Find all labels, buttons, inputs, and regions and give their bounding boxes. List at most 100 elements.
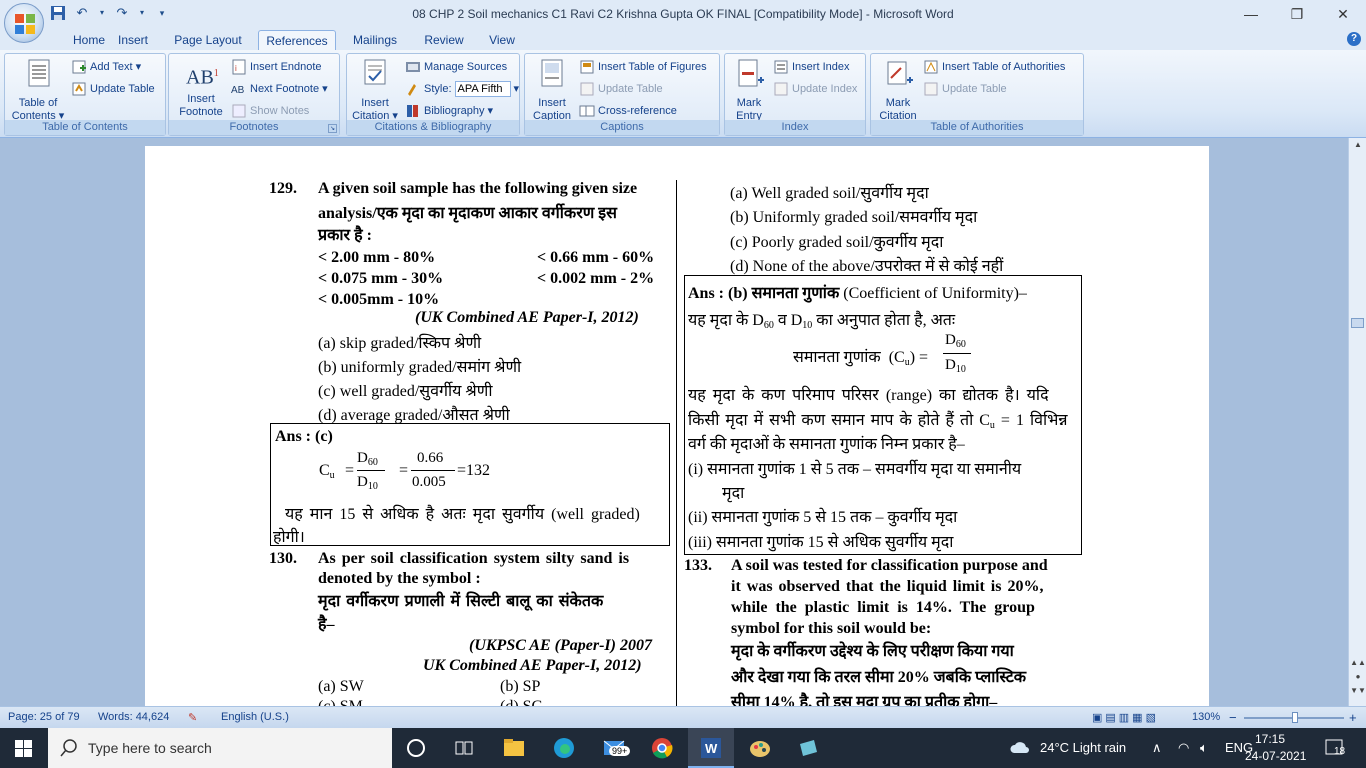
edge-browser-icon[interactable] xyxy=(552,736,576,760)
language-indicator[interactable]: English (U.S.) xyxy=(221,711,289,723)
insert-caption-icon xyxy=(541,59,563,87)
view-buttons[interactable]: ▣▤▥▦▧ xyxy=(1092,711,1159,724)
formula-label: समानता गुणांक (Cu) = xyxy=(793,349,929,368)
range-item-1b: मृदा xyxy=(722,485,745,502)
document-page[interactable]: 129. A given soil sample has the followi… xyxy=(145,146,1209,706)
svg-text:i: i xyxy=(235,64,237,73)
show-notes-button[interactable]: Show Notes xyxy=(231,102,309,120)
office-button[interactable] xyxy=(4,3,44,43)
group-footnotes: AB1 Insert Footnote i Insert Endnote AB … xyxy=(168,53,340,136)
formula-numerator: D60 xyxy=(945,332,966,350)
chrome-icon[interactable] xyxy=(650,736,674,760)
mark-entry-button[interactable]: Mark Entry xyxy=(727,58,771,123)
q130-source2: UK Combined AE Paper-I, 2012) xyxy=(423,657,642,674)
table-of-figures-icon xyxy=(580,60,594,74)
close-button[interactable]: ✕ xyxy=(1320,0,1366,28)
update-table-authorities-button[interactable]: Update Table xyxy=(923,80,1007,98)
tab-review[interactable]: Review xyxy=(414,30,474,51)
table-of-contents-icon xyxy=(28,59,50,87)
cross-reference-button[interactable]: Cross-reference xyxy=(579,102,677,120)
next-footnote-button[interactable]: AB Next Footnote ▾ xyxy=(231,80,328,98)
zoom-level[interactable]: 130% xyxy=(1192,711,1220,723)
insert-table-of-authorities-button[interactable]: Insert Table of Authorities xyxy=(923,58,1065,76)
update-table-toc-button[interactable]: Update Table xyxy=(71,80,155,98)
dialog-launcher-icon[interactable]: ↘ xyxy=(328,124,337,133)
help-icon[interactable]: ? xyxy=(1347,32,1361,46)
scrollbar-thumb[interactable] xyxy=(1351,318,1364,328)
spelling-check-icon[interactable]: ✎ xyxy=(188,711,197,724)
status-bar: Page: 25 of 79 Words: 44,624 ✎ English (… xyxy=(0,706,1366,728)
mark-citation-button[interactable]: Mark Citation xyxy=(873,58,923,123)
range-item-1: (i) समानता गुणांक 1 से 5 तक – समवर्गीय म… xyxy=(688,461,1022,478)
q133-line1: A soil was tested for classification pur… xyxy=(731,557,1048,574)
taskbar-search-box[interactable]: Type here to search xyxy=(48,728,392,768)
restore-button[interactable]: ❐ xyxy=(1274,0,1320,28)
insert-footnote-button[interactable]: AB1 Insert Footnote xyxy=(173,58,229,119)
volume-icon[interactable]: 🔈︎ xyxy=(1200,740,1208,756)
paint-icon[interactable] xyxy=(748,736,772,760)
page-count[interactable]: Page: 25 of 79 xyxy=(8,711,80,723)
q130-source1: (UKPSC AE (Paper-I) 2007 xyxy=(469,637,652,654)
fraction-denominator: D10 xyxy=(357,474,378,492)
weather-cloud-icon[interactable] xyxy=(1008,736,1032,760)
zoom-out-icon[interactable]: − xyxy=(1229,710,1237,725)
minimize-button[interactable]: — xyxy=(1228,0,1274,28)
answer-note-line1: यह मान 15 से अधिक है अतः मृदा सुवर्गीय (… xyxy=(285,506,640,523)
insert-table-of-figures-button[interactable]: Insert Table of Figures xyxy=(579,58,707,76)
bibliography-button[interactable]: Bibliography ▾ xyxy=(405,102,493,120)
insert-endnote-button[interactable]: i Insert Endnote xyxy=(231,58,322,76)
q130-option-b: (b) SP xyxy=(500,678,541,695)
sticky-app-icon[interactable] xyxy=(796,736,820,760)
zoom-in-icon[interactable]: + xyxy=(1349,710,1357,725)
insert-citation-button[interactable]: Insert Citation ▾ xyxy=(349,58,401,123)
q130-option-d: (d) SC xyxy=(500,698,542,706)
fraction-bar xyxy=(411,470,455,471)
previous-page-icon[interactable]: ▲▲ xyxy=(1349,658,1366,667)
update-index-button[interactable]: Update Index xyxy=(773,80,857,98)
group-label-footnotes: Footnotes xyxy=(169,120,339,135)
scroll-up-arrow-icon[interactable]: ▲ xyxy=(1349,140,1366,149)
show-notes-icon xyxy=(232,104,246,118)
equals-sign: = xyxy=(399,462,409,479)
mark-entry-icon xyxy=(738,59,764,87)
zoom-slider-thumb[interactable] xyxy=(1292,712,1298,723)
vertical-scrollbar[interactable]: ▲ ▲▲ ● ▼▼ xyxy=(1348,138,1366,706)
manage-sources-button[interactable]: Manage Sources xyxy=(405,58,507,76)
clock-date[interactable]: 24-07-2021 xyxy=(1245,749,1306,763)
insert-citation-icon xyxy=(364,59,386,85)
word-count[interactable]: Words: 44,624 xyxy=(98,711,169,723)
browse-object-icon[interactable]: ● xyxy=(1349,672,1366,681)
cortana-icon[interactable] xyxy=(404,736,428,760)
update-table-figures-button[interactable]: Update Table xyxy=(579,80,663,98)
file-explorer-icon[interactable] xyxy=(502,736,526,760)
insert-index-button[interactable]: Insert Index xyxy=(773,58,849,76)
add-text-button[interactable]: Add Text ▾ xyxy=(71,58,141,76)
word-icon: W xyxy=(701,738,721,758)
q132-option-a: (a) Well graded soil/सुवर्गीय मृदा xyxy=(730,185,929,202)
insert-caption-button[interactable]: Insert Caption xyxy=(527,58,577,123)
citation-style-select[interactable]: APA Fifth xyxy=(454,81,511,97)
windows-taskbar: Type here to search 99+ W 24°C Light rai… xyxy=(0,728,1366,768)
document-area[interactable]: 129. A given soil sample has the followi… xyxy=(0,138,1348,706)
table-of-contents-button[interactable]: Table of Contents ▾ xyxy=(11,58,65,123)
q133-line4: symbol for this soil would be: xyxy=(731,620,932,637)
q130-line1: As per soil classification system silty … xyxy=(318,550,630,567)
q129-source: (UK Combined AE Paper-I, 2012) xyxy=(415,309,639,326)
citation-style-control[interactable]: Style: APA Fifth ▾ xyxy=(405,80,519,98)
task-view-icon[interactable] xyxy=(452,736,476,760)
network-icon[interactable]: ◠ xyxy=(1178,740,1189,756)
next-page-icon[interactable]: ▼▼ xyxy=(1349,686,1366,695)
clock-time[interactable]: 17:15 xyxy=(1250,732,1290,746)
tab-insert[interactable]: Insert xyxy=(104,30,162,51)
tab-view[interactable]: View xyxy=(478,30,526,51)
manage-sources-icon xyxy=(406,62,420,72)
ribbon: Table of Contents ▾ Add Text ▾ Update Ta… xyxy=(0,50,1366,138)
range-para-line2: किसी मृदा में सभी कण समान माप के होते है… xyxy=(688,412,1068,431)
tab-page-layout[interactable]: Page Layout xyxy=(166,30,250,51)
weather-text[interactable]: 24°C Light rain xyxy=(1040,740,1126,755)
word-taskbar-button[interactable]: W xyxy=(688,728,734,768)
tab-references[interactable]: References xyxy=(258,30,336,51)
start-button[interactable] xyxy=(0,728,48,768)
tab-mailings[interactable]: Mailings xyxy=(342,30,408,51)
tray-expand-icon[interactable]: ∧ xyxy=(1152,740,1162,756)
